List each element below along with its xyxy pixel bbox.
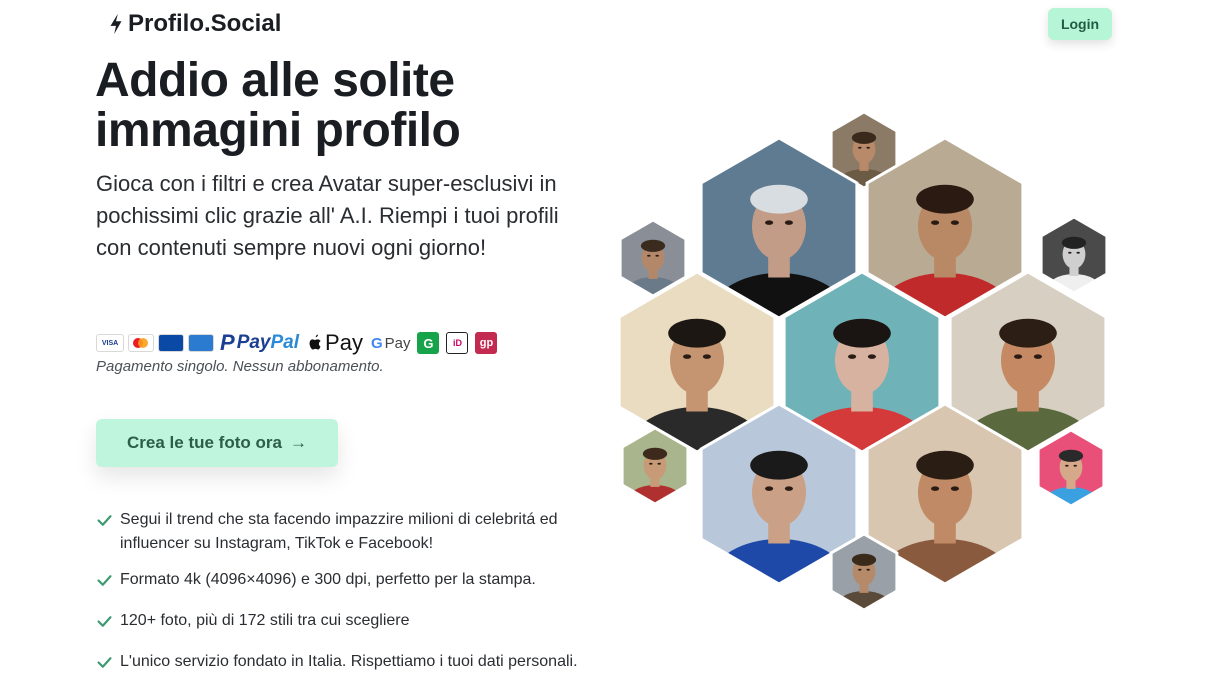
portrait-garden — [620, 426, 690, 506]
portrait-indiana — [829, 532, 899, 612]
portrait-popart — [1036, 428, 1106, 508]
avatar-gallery — [617, 110, 1109, 612]
